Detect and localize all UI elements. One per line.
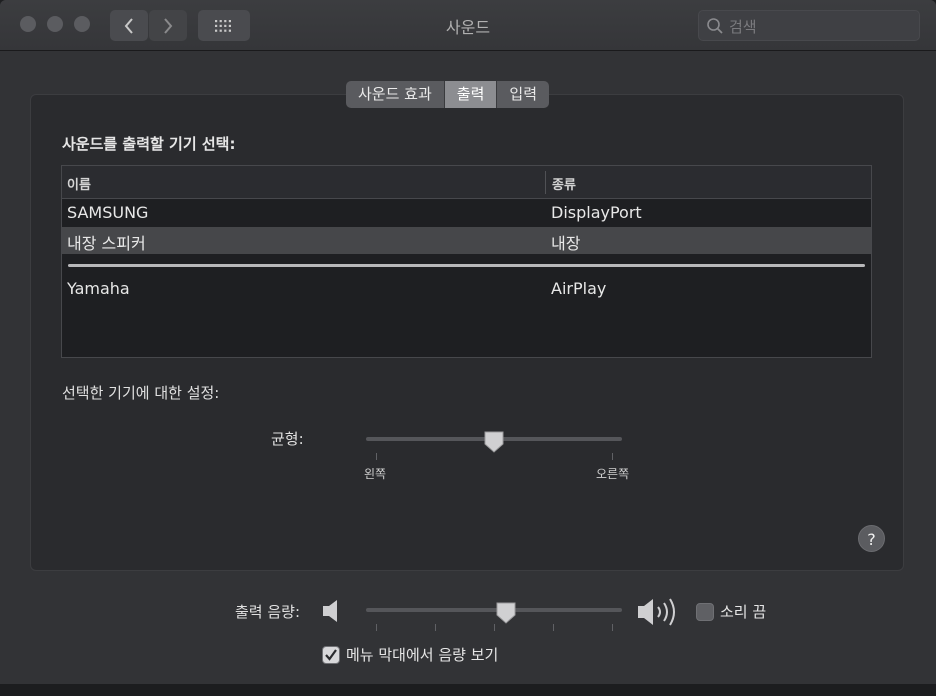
search-icon bbox=[706, 17, 724, 39]
show-volume-in-menu-bar-label[interactable]: 메뉴 막대에서 음량 보기 bbox=[346, 644, 498, 665]
column-divider bbox=[545, 171, 546, 194]
device-name: 내장 스피커 bbox=[67, 234, 146, 253]
device-type: AirPlay bbox=[551, 279, 607, 298]
mute-checkbox[interactable] bbox=[696, 603, 714, 621]
balance-slider-knob[interactable] bbox=[483, 430, 505, 458]
search-placeholder: 검색 bbox=[729, 18, 757, 36]
show-volume-in-menu-bar-checkbox[interactable] bbox=[322, 646, 340, 664]
desktop-background bbox=[0, 684, 936, 696]
output-device-heading: 사운드를 출력할 기기 선택: bbox=[62, 135, 236, 153]
table-row-selected[interactable]: 내장 스피커 내장 bbox=[62, 227, 871, 254]
mute-label[interactable]: 소리 끔 bbox=[720, 601, 766, 622]
checkmark-icon bbox=[323, 647, 339, 663]
output-volume-slider-knob[interactable] bbox=[495, 601, 517, 629]
help-button[interactable]: ? bbox=[858, 525, 885, 552]
slider-tick bbox=[612, 624, 613, 631]
tab-output[interactable]: 출력 bbox=[444, 81, 498, 108]
table-separator bbox=[68, 264, 865, 267]
output-volume-label: 출력 음량: bbox=[235, 603, 301, 621]
tab-input[interactable]: 입력 bbox=[497, 81, 549, 108]
speaker-low-icon bbox=[321, 598, 341, 628]
table-header: 이름 종류 bbox=[62, 166, 871, 199]
balance-right-label: 오른쪽 bbox=[596, 467, 630, 481]
speaker-high-icon bbox=[636, 596, 684, 632]
device-type: 내장 bbox=[551, 234, 581, 253]
slider-tick bbox=[376, 453, 377, 460]
output-volume-slider-track[interactable] bbox=[366, 608, 622, 612]
tab-bar: 사운드 효과 출력 입력 bbox=[346, 81, 549, 108]
tab-sound-effects[interactable]: 사운드 효과 bbox=[346, 81, 445, 108]
device-name: Yamaha bbox=[67, 279, 130, 298]
slider-tick bbox=[553, 624, 554, 631]
table-row[interactable]: SAMSUNG DisplayPort bbox=[62, 200, 871, 227]
column-header-name[interactable]: 이름 bbox=[67, 174, 91, 193]
sound-preferences-window: 사운드 검색 사운드 효과 출력 입력 사운드를 출력할 기기 선택: 이름 종… bbox=[0, 0, 936, 696]
slider-tick bbox=[612, 453, 613, 460]
column-header-type[interactable]: 종류 bbox=[552, 174, 576, 193]
search-field[interactable]: 검색 bbox=[698, 10, 920, 41]
balance-label: 균형: bbox=[271, 430, 304, 448]
balance-left-label: 왼쪽 bbox=[364, 467, 387, 481]
output-device-table[interactable]: 이름 종류 SAMSUNG DisplayPort 내장 스피커 내장 Yama… bbox=[61, 165, 872, 358]
slider-tick bbox=[435, 624, 436, 631]
device-settings-label: 선택한 기기에 대한 설정: bbox=[62, 384, 220, 402]
device-type: DisplayPort bbox=[551, 203, 642, 222]
slider-tick bbox=[376, 624, 377, 631]
titlebar: 사운드 검색 bbox=[0, 0, 936, 51]
device-name: SAMSUNG bbox=[67, 203, 149, 222]
table-row[interactable]: Yamaha AirPlay bbox=[62, 276, 871, 303]
